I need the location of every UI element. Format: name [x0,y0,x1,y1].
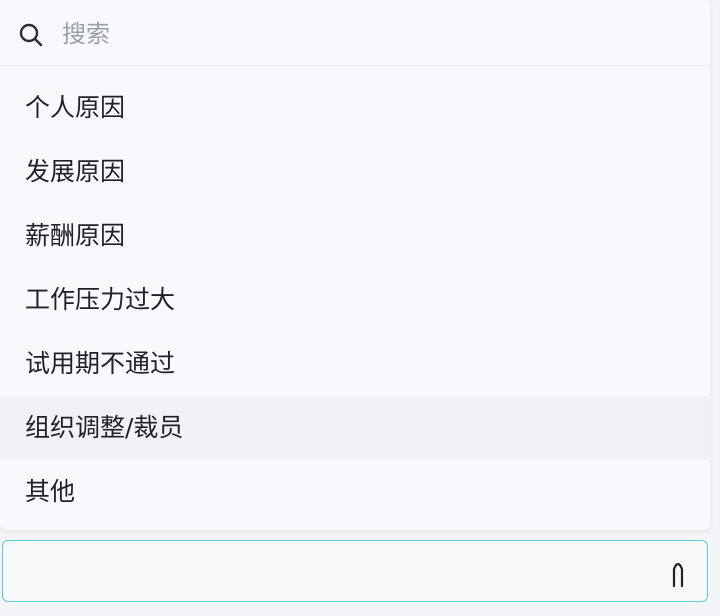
select-box[interactable] [2,540,708,602]
dropdown-panel: 个人原因 发展原因 薪酬原因 工作压力过大 试用期不通过 组织调整/裁员 其他 [0,0,710,530]
options-list: 个人原因 发展原因 薪酬原因 工作压力过大 试用期不通过 组织调整/裁员 其他 [0,76,710,524]
search-input[interactable] [62,14,682,54]
option-item-other[interactable]: 其他 [0,460,710,524]
option-item-development[interactable]: 发展原因 [0,140,710,204]
option-item-probation-failed[interactable]: 试用期不通过 [0,332,710,396]
option-item-work-pressure[interactable]: 工作压力过大 [0,268,710,332]
option-item-salary[interactable]: 薪酬原因 [0,204,710,268]
chevron-up-icon[interactable] [671,561,685,588]
option-item-restructuring[interactable]: 组织调整/裁员 [0,396,710,460]
option-item-personal[interactable]: 个人原因 [0,76,710,140]
search-row [0,0,710,66]
search-icon [18,22,44,48]
